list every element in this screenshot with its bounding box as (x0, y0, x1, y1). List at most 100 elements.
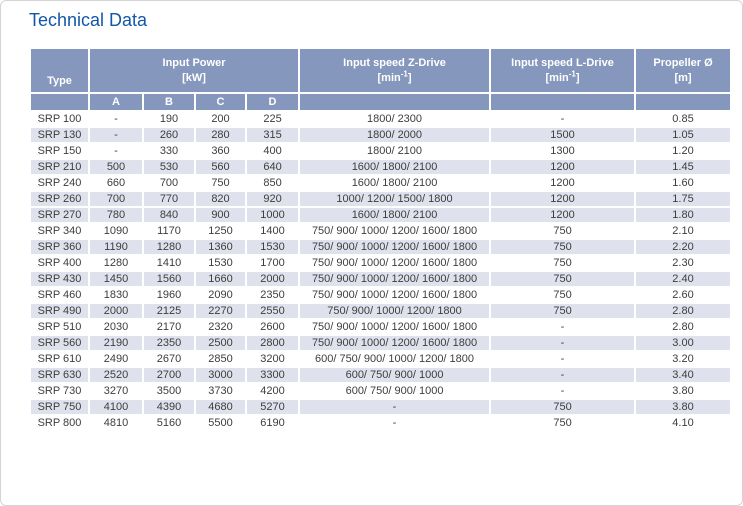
subheader-col-c: C (195, 93, 246, 111)
header-row-sub: A B C D (30, 93, 731, 111)
cell-propeller-diameter: 1.05 (635, 127, 731, 143)
table-row: SRP 610 2490 2670 2850 3200 600/ 750/ 90… (30, 351, 731, 367)
cell-propeller-diameter: 2.30 (635, 255, 731, 271)
cell-power-c: 2270 (195, 303, 246, 319)
cell-power-b: 2170 (143, 319, 195, 335)
cell-power-c: 1660 (195, 271, 246, 287)
subheader-empty-l-drive (490, 93, 635, 111)
cell-z-drive-speed: 1800/ 2000 (299, 127, 490, 143)
cell-power-b: 1560 (143, 271, 195, 287)
cell-l-drive-speed: 750 (490, 255, 635, 271)
z-drive-label: Input speed Z-Drive (343, 57, 446, 69)
cell-power-d: 3200 (246, 351, 299, 367)
table-row: SRP 130 - 260 280 315 1800/ 2000 1500 1.… (30, 127, 731, 143)
cell-power-a: 660 (89, 175, 143, 191)
cell-power-d: 315 (246, 127, 299, 143)
cell-power-a: 2000 (89, 303, 143, 319)
cell-power-a: 500 (89, 159, 143, 175)
cell-power-a: 1090 (89, 223, 143, 239)
cell-propeller-diameter: 1.20 (635, 143, 731, 159)
cell-type: SRP 400 (30, 255, 89, 271)
cell-z-drive-speed: 750/ 900/ 1000/ 1200/ 1600/ 1800 (299, 239, 490, 255)
cell-z-drive-speed: - (299, 399, 490, 415)
cell-z-drive-speed: 750/ 900/ 1000/ 1200/ 1600/ 1800 (299, 271, 490, 287)
cell-power-a: - (89, 143, 143, 159)
cell-power-c: 2500 (195, 335, 246, 351)
cell-power-b: 260 (143, 127, 195, 143)
cell-power-d: 640 (246, 159, 299, 175)
cell-power-d: 1700 (246, 255, 299, 271)
cell-power-c: 200 (195, 111, 246, 127)
cell-power-a: 780 (89, 207, 143, 223)
cell-propeller-diameter: 3.80 (635, 399, 731, 415)
table-row: SRP 510 2030 2170 2320 2600 750/ 900/ 10… (30, 319, 731, 335)
cell-power-b: 330 (143, 143, 195, 159)
subheader-col-d: D (246, 93, 299, 111)
table-row: SRP 210 500 530 560 640 1600/ 1800/ 2100… (30, 159, 731, 175)
page-title: Technical Data (29, 10, 147, 31)
cell-propeller-diameter: 2.10 (635, 223, 731, 239)
cell-power-d: 225 (246, 111, 299, 127)
cell-z-drive-speed: 750/ 900/ 1000/ 1200/ 1600/ 1800 (299, 319, 490, 335)
cell-type: SRP 730 (30, 383, 89, 399)
cell-z-drive-speed: 750/ 900/ 1000/ 1200/ 1600/ 1800 (299, 335, 490, 351)
table-row: SRP 150 - 330 360 400 1800/ 2100 1300 1.… (30, 143, 731, 159)
cell-propeller-diameter: 3.80 (635, 383, 731, 399)
cell-type: SRP 460 (30, 287, 89, 303)
table-body: SRP 100 - 190 200 225 1800/ 2300 - 0.85 … (30, 111, 731, 431)
cell-l-drive-speed: 1300 (490, 143, 635, 159)
cell-power-a: 1280 (89, 255, 143, 271)
table-row: SRP 460 1830 1960 2090 2350 750/ 900/ 10… (30, 287, 731, 303)
cell-power-a: 2190 (89, 335, 143, 351)
cell-power-a: 4100 (89, 399, 143, 415)
cell-propeller-diameter: 2.40 (635, 271, 731, 287)
cell-l-drive-speed: - (490, 351, 635, 367)
cell-l-drive-speed: 750 (490, 399, 635, 415)
cell-power-a: 1450 (89, 271, 143, 287)
header-row-main: Type Input Power [kW] Input speed Z-Driv… (30, 48, 731, 93)
cell-z-drive-speed: 1800/ 2300 (299, 111, 490, 127)
table-row: SRP 100 - 190 200 225 1800/ 2300 - 0.85 (30, 111, 731, 127)
cell-l-drive-speed: 1200 (490, 191, 635, 207)
table-row: SRP 560 2190 2350 2500 2800 750/ 900/ 10… (30, 335, 731, 351)
subheader-empty-z-drive (299, 93, 490, 111)
cell-power-d: 4200 (246, 383, 299, 399)
cell-l-drive-speed: - (490, 335, 635, 351)
cell-propeller-diameter: 0.85 (635, 111, 731, 127)
table-row: SRP 800 4810 5160 5500 6190 - 750 4.10 (30, 415, 731, 431)
column-header-propeller: Propeller Ø [m] (635, 48, 731, 93)
propeller-label: Propeller Ø (653, 57, 712, 69)
table-row: SRP 630 2520 2700 3000 3300 600/ 750/ 90… (30, 367, 731, 383)
subheader-empty-propeller (635, 93, 731, 111)
cell-power-b: 2700 (143, 367, 195, 383)
cell-type: SRP 560 (30, 335, 89, 351)
cell-power-b: 190 (143, 111, 195, 127)
cell-power-c: 2090 (195, 287, 246, 303)
cell-z-drive-speed: - (299, 415, 490, 431)
cell-power-a: 700 (89, 191, 143, 207)
cell-type: SRP 610 (30, 351, 89, 367)
input-power-label: Input Power (163, 57, 226, 69)
cell-z-drive-speed: 1600/ 1800/ 2100 (299, 159, 490, 175)
cell-power-c: 1250 (195, 223, 246, 239)
cell-power-b: 2350 (143, 335, 195, 351)
cell-propeller-diameter: 4.10 (635, 415, 731, 431)
column-header-l-drive: Input speed L-Drive [min-1] (490, 48, 635, 93)
cell-propeller-diameter: 2.80 (635, 303, 731, 319)
table-row: SRP 750 4100 4390 4680 5270 - 750 3.80 (30, 399, 731, 415)
cell-propeller-diameter: 3.00 (635, 335, 731, 351)
cell-power-c: 5500 (195, 415, 246, 431)
cell-power-c: 4680 (195, 399, 246, 415)
cell-propeller-diameter: 1.80 (635, 207, 731, 223)
cell-power-d: 920 (246, 191, 299, 207)
cell-type: SRP 800 (30, 415, 89, 431)
cell-power-b: 1410 (143, 255, 195, 271)
cell-l-drive-speed: - (490, 367, 635, 383)
cell-l-drive-speed: 1200 (490, 159, 635, 175)
cell-power-d: 400 (246, 143, 299, 159)
cell-z-drive-speed: 600/ 750/ 900/ 1000/ 1200/ 1800 (299, 351, 490, 367)
l-drive-unit: [min-1] (546, 72, 580, 84)
table-header: Type Input Power [kW] Input speed Z-Driv… (30, 48, 731, 111)
cell-l-drive-speed: - (490, 111, 635, 127)
cell-power-b: 4390 (143, 399, 195, 415)
